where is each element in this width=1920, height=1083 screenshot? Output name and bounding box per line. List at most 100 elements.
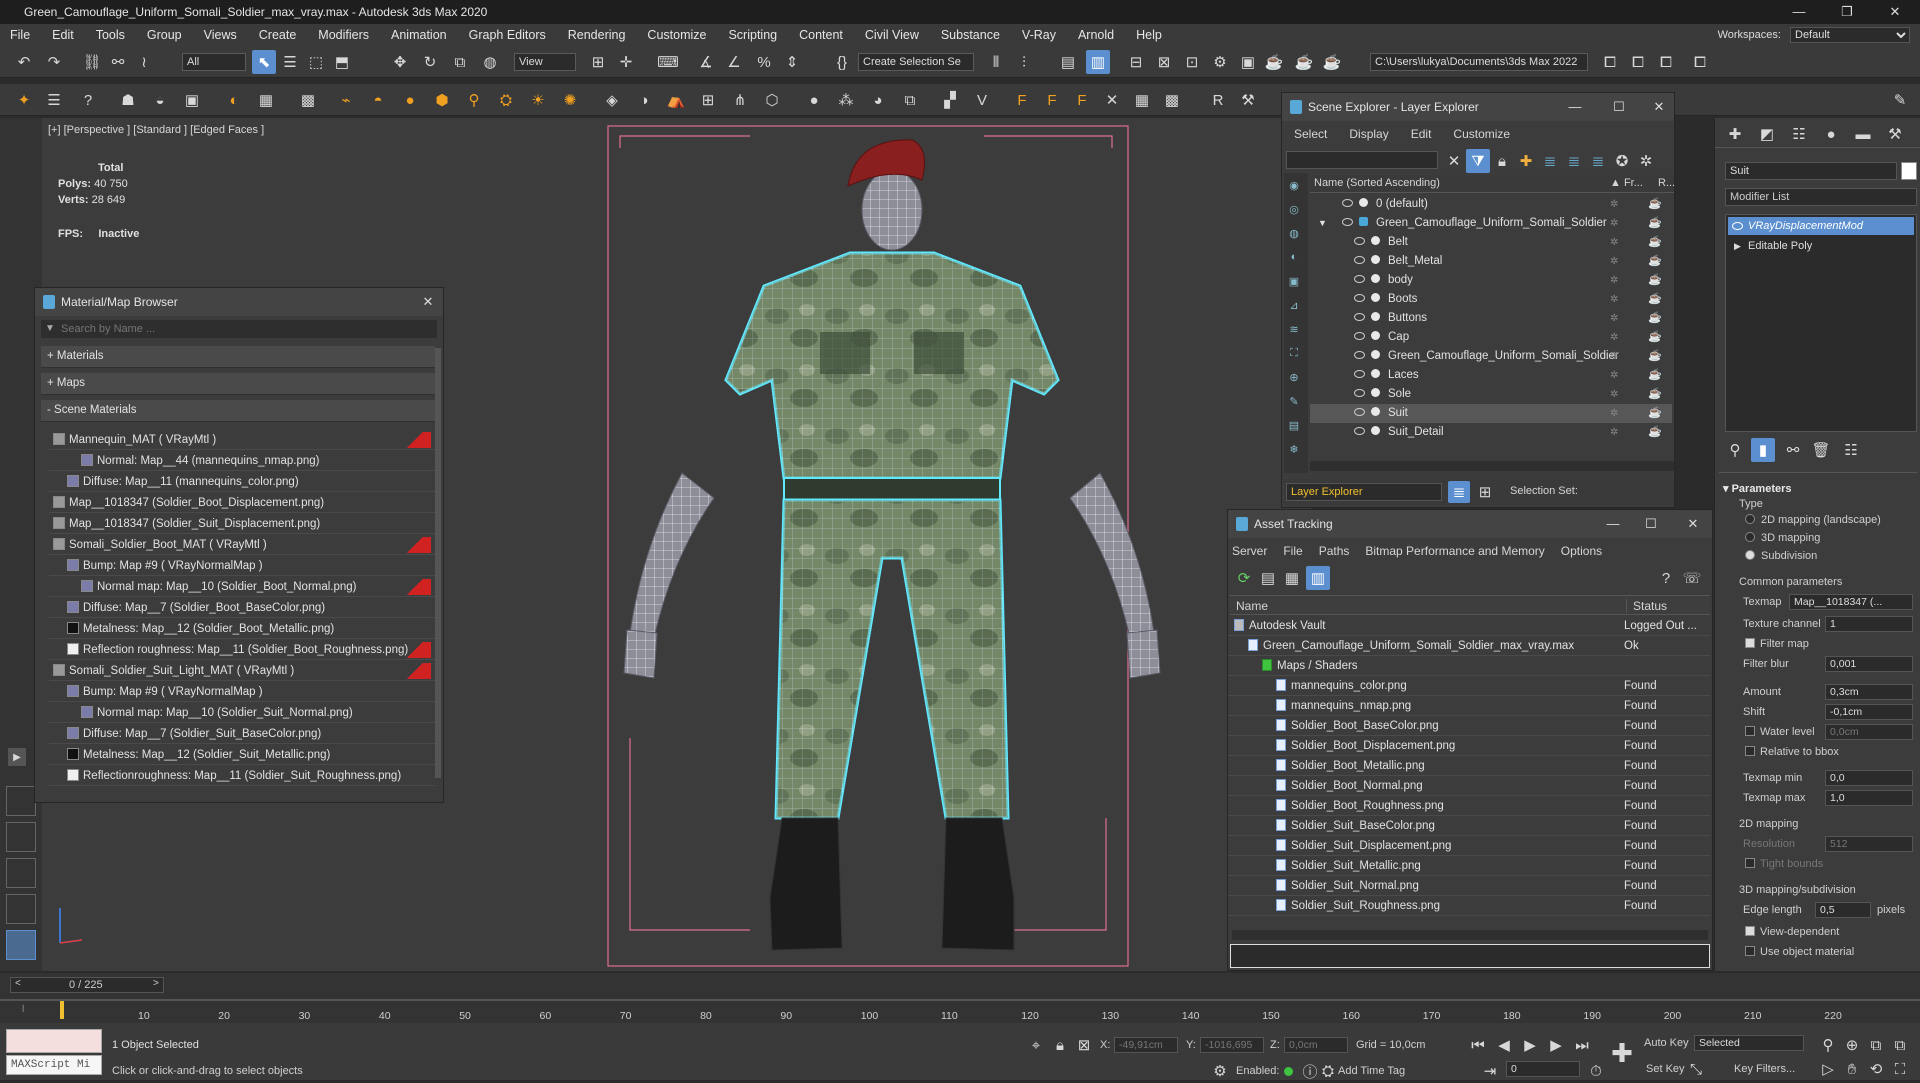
set-key-button[interactable]: Set Key [1646,1063,1685,1075]
asset-tracking-minimize-icon[interactable]: — [1598,510,1628,538]
spinner-snap-icon[interactable]: ⇕ [780,50,804,74]
tight-bounds-checkbox[interactable]: Tight bounds [1745,858,1823,870]
visibility-eye-icon[interactable] [1354,389,1365,397]
menu-item-tools[interactable]: Tools [96,28,125,42]
vray-fur-icon[interactable]: ◈ [600,88,624,112]
key-filter-icon[interactable]: ⤡ [1684,1057,1708,1081]
layer-row[interactable]: Sole ✲ ☕ [1310,385,1672,404]
rect-selection-icon[interactable]: ⬚ [304,50,328,74]
edge-length-spinner[interactable]: 0,5 [1815,902,1871,918]
menu-item-customize[interactable]: Customize [647,28,706,42]
asset-row[interactable]: Soldier_Boot_Metallic.png Found [1228,756,1710,776]
asset-row[interactable]: Autodesk Vault Logged Out ... [1228,616,1710,636]
edit-named-selection-icon[interactable]: {} [830,50,854,74]
scene-menu-select[interactable]: Select [1294,127,1327,141]
freeze-icon[interactable]: ✲ [1610,252,1618,271]
parameters-rollout[interactable]: ▾ Parameters [1723,482,1792,495]
freeze-icon[interactable]: ✲ [1610,271,1618,290]
set-project-icon[interactable]: ⧠ [1626,50,1650,74]
vray-light-icon[interactable]: ◐ [222,88,246,112]
layer-explorer-icon[interactable]: ▤ [1056,50,1080,74]
select-object-icon[interactable]: ⬉ [252,50,276,74]
layer-row[interactable]: body ✲ ☕ [1310,271,1672,290]
layer-row[interactable]: 0 (default) ✲ ☕ [1310,195,1672,214]
viewport-layout-4[interactable] [6,894,36,924]
type-option-3d[interactable]: 3D mapping [1745,532,1820,544]
resolution-spinner[interactable]: 512 [1825,836,1913,852]
display-cameras-icon[interactable]: ▣ [1284,271,1304,291]
render-teapot-icon[interactable]: ☕ [1648,233,1662,252]
asset-row[interactable]: Green_Camouflage_Uniform_Somali_Soldier_… [1228,636,1710,656]
expand-arrow-icon[interactable]: ▶ [8,748,26,766]
time-config-icon[interactable]: ⏱ [1584,1059,1608,1083]
expand-arrow-icon[interactable]: ▼ [1318,214,1327,233]
radio-icon[interactable] [1745,550,1755,560]
display-shapes-icon[interactable]: ◍ [1284,223,1304,243]
menu-item-file[interactable]: File [10,28,30,42]
material-ball-icon[interactable]: ● [802,88,826,112]
mirror-icon[interactable]: ⫴ [984,50,1008,74]
sphere-icon[interactable]: ◒ [148,88,172,112]
rendered-frame-icon[interactable]: ▣ [1236,50,1260,74]
visibility-eye-icon[interactable] [1342,218,1353,226]
material-item[interactable]: Somali_Soldier_Suit_Light_MAT ( VRayMtl … [49,661,435,681]
freeze-icon[interactable]: ✲ [1610,214,1618,233]
display-containers-icon[interactable]: ▤ [1284,415,1304,435]
display-lights-icon[interactable]: ◐ [1284,247,1304,267]
render-teapot-icon[interactable]: ☕ [1648,328,1662,347]
material-item[interactable]: Normal map: Map__10 (Soldier_Suit_Normal… [49,703,435,723]
type-option-subdivision[interactable]: Subdivision [1745,550,1817,562]
window-crossing-icon[interactable]: ⬒ [330,50,354,74]
object-color-swatch[interactable] [1901,162,1917,180]
zoom-extents-all-icon[interactable]: ⧉ [1888,1033,1912,1057]
time-cursor[interactable] [60,1001,64,1019]
box-icon[interactable]: ▣ [180,88,204,112]
remove-modifier-icon[interactable]: 🗑︎ [1809,438,1833,462]
refresh-icon[interactable]: ⟳ [1232,566,1256,590]
asset-row[interactable]: Soldier_Suit_Metallic.png Found [1228,856,1710,876]
menu-item-graph-editors[interactable]: Graph Editors [469,28,546,42]
utilities-tab-icon[interactable]: ⚒ [1883,122,1907,146]
asset-info-icon[interactable]: ☏ [1680,566,1704,590]
explorer-type-dropdown[interactable]: Layer Explorer [1286,483,1442,501]
render-icon[interactable]: ☕ [1262,50,1286,74]
workspace-selector[interactable]: Workspaces: Default [1718,24,1910,46]
display-bones-icon[interactable]: ✎ [1284,391,1304,411]
asset-row[interactable]: Maps / Shaders [1228,656,1710,676]
asset-tracking-maximize-icon[interactable]: ☐ [1636,510,1666,538]
zoom-icon[interactable]: ⚲ [1816,1033,1840,1057]
frame-buffer-2-icon[interactable]: F [1040,88,1064,112]
project-settings-icon[interactable]: ⧠ [1654,50,1678,74]
table-view-icon[interactable]: ▦ [1280,566,1304,590]
relative-bbox-checkbox[interactable]: Relative to bbox [1745,746,1839,758]
percent-snap-icon[interactable]: % [752,50,776,74]
viewport-layout-3[interactable] [6,858,36,888]
layer-row[interactable]: Suit_Detail ✲ ☕ [1310,423,1672,442]
viewport-label[interactable]: [+] [Perspective ] [Standard ] [Edged Fa… [48,124,264,136]
orbit-icon[interactable]: ⟲ [1864,1057,1888,1081]
asset-row[interactable]: mannequins_nmap.png Found [1228,696,1710,716]
vray-sun-icon[interactable]: ☀ [526,88,550,112]
named-selection-dropdown[interactable]: Create Selection Se [858,53,974,71]
asset-row[interactable]: Soldier_Suit_Normal.png Found [1228,876,1710,896]
display-geometry-icon[interactable]: ◎ [1284,199,1304,219]
display-tab-icon[interactable]: ▬ [1851,122,1875,146]
type-option-2d[interactable]: 2D mapping (landscape) [1745,514,1881,526]
scene-menu-edit[interactable]: Edit [1411,127,1432,141]
display-frozen-icon[interactable]: ❄ [1284,439,1304,459]
material-search-input[interactable] [61,321,431,336]
search-chevron-icon[interactable]: ▼ [45,323,55,334]
material-item[interactable]: Bump: Map #9 ( VRayNormalMap ) [49,682,435,702]
vray-plane-icon[interactable]: ⌁ [334,88,358,112]
menu-item-help[interactable]: Help [1136,28,1162,42]
freeze-icon[interactable]: ✲ [1610,309,1618,328]
texmap-max-spinner[interactable]: 1,0 [1825,790,1913,806]
checkbox-icon[interactable] [1745,858,1755,868]
absolute-mode-icon[interactable]: ⊠ [1072,1033,1096,1057]
vray-sky-icon[interactable]: ✺ [558,88,582,112]
align-icon[interactable]: ⫶ [1012,50,1036,74]
toggle-ribbon-icon[interactable]: ▥ [1086,50,1110,74]
display-xrefs-icon[interactable]: ⊕ [1284,367,1304,387]
material-item[interactable]: Diffuse: Map__7 (Soldier_Suit_BaseColor.… [49,724,435,744]
render-teapot-icon[interactable]: ☕ [1648,271,1662,290]
